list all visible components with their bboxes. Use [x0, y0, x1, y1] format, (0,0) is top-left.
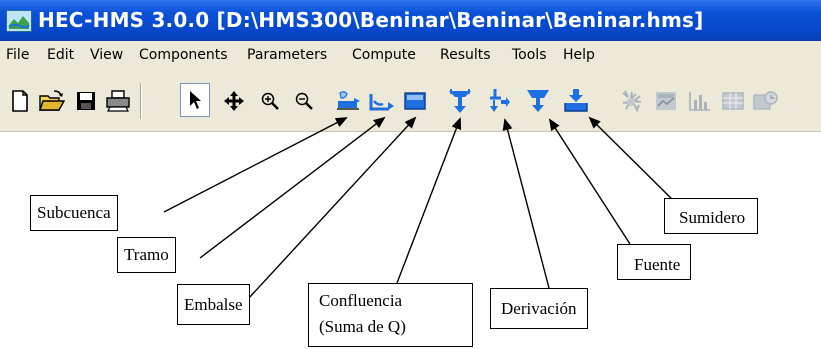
- arrow-tramo: [199, 116, 386, 259]
- label-tramo: Tramo: [117, 237, 176, 273]
- label-confluencia-line1: Confluencia: [319, 291, 403, 310]
- label-sumidero: Sumidero: [664, 198, 759, 234]
- arrow-derivacion: [502, 118, 550, 289]
- arrow-subcuenca: [163, 117, 348, 213]
- label-embalse: Embalse: [177, 284, 250, 325]
- label-fuente: Fuente: [617, 244, 692, 280]
- arrow-fuente: [548, 118, 631, 245]
- label-confluencia-line2: (Suma de Q): [319, 317, 406, 336]
- label-confluencia: Confluencia (Suma de Q): [308, 283, 473, 347]
- arrow-sumidero: [588, 116, 684, 211]
- label-subcuenca: Subcuenca: [30, 195, 118, 231]
- arrow-confluencia: [396, 117, 462, 284]
- label-derivacion: Derivación: [490, 288, 588, 329]
- arrow-embalse: [247, 116, 417, 300]
